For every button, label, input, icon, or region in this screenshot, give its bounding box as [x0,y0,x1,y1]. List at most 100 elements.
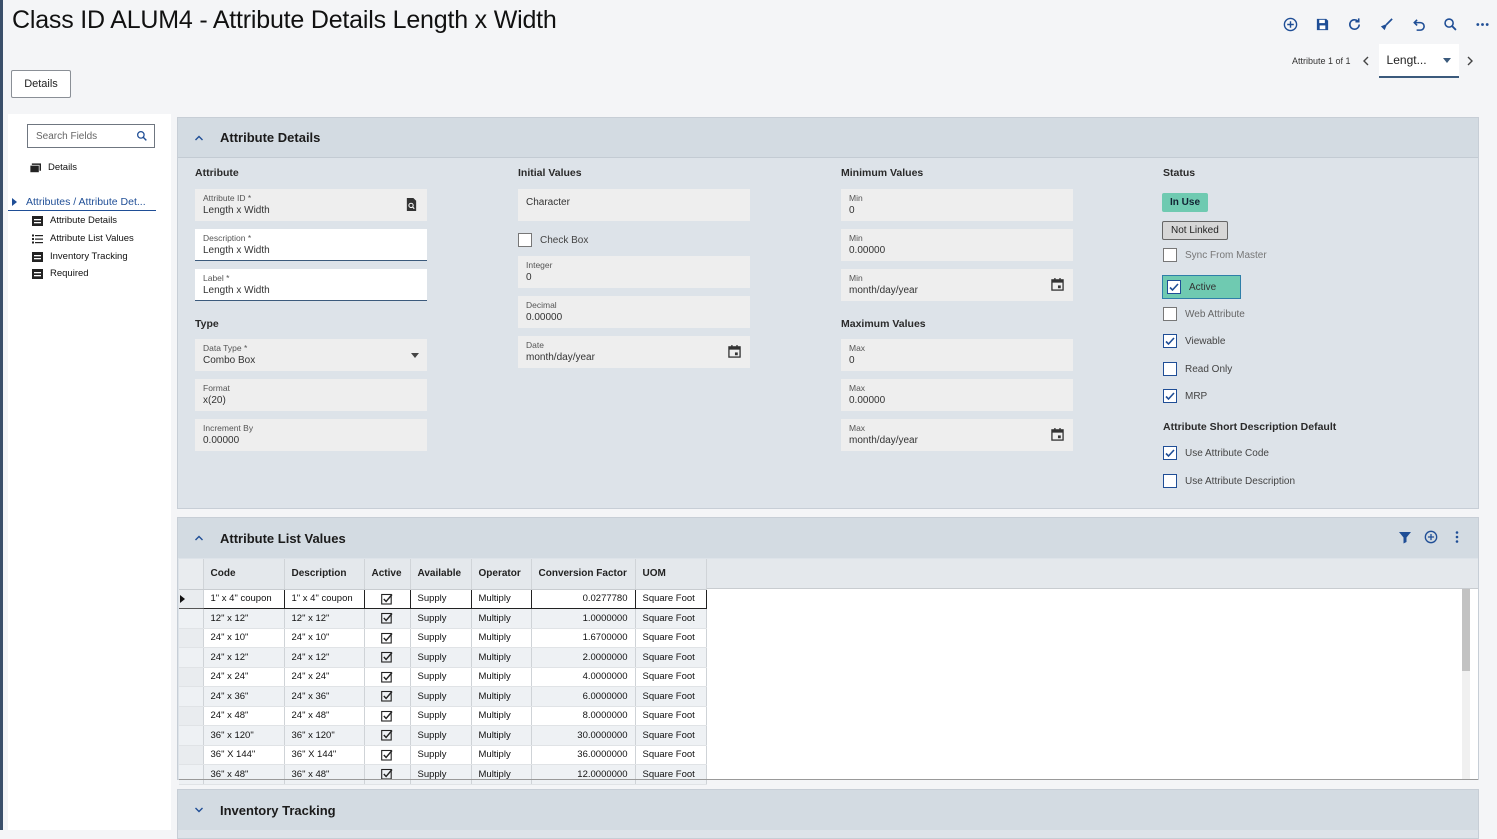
row-selector[interactable] [179,588,204,609]
max-date-field[interactable]: Max month/day/year [841,419,1073,451]
min-integer-field[interactable]: Min 0 [841,189,1073,221]
cell-description[interactable]: 24" x 36" [284,686,365,707]
date-field[interactable]: Date month/day/year [518,336,750,368]
cell-conversion-factor[interactable]: 12.0000000 [531,764,636,785]
cell-active[interactable] [364,686,411,707]
cell-conversion-factor[interactable]: 6.0000000 [531,686,636,707]
cell-uom[interactable]: Square Foot [635,686,707,707]
attribute-list-values-header[interactable]: Attribute List Values [178,518,1478,558]
cell-active[interactable] [364,764,411,785]
table-row[interactable]: 12" x 12" 12" x 12" Supply Multiply 1.000000… [179,608,707,629]
integer-field[interactable]: Integer 0 [518,256,750,288]
cell-conversion-factor[interactable]: 30.0000000 [531,725,636,746]
cell-available[interactable]: Supply [410,686,472,707]
checkbox-checked-icon[interactable] [381,691,393,702]
grid-scrollbar[interactable] [1462,589,1470,780]
cell-uom[interactable]: Square Foot [635,628,707,648]
cell-description[interactable]: 24" x 12" [284,647,365,668]
use-attribute-description-checkbox[interactable]: Use Attribute Description [1163,474,1295,488]
cell-code[interactable]: 24" x 10" [203,628,285,648]
cell-code[interactable]: 12" x 12" [203,608,285,629]
cell-description[interactable]: 1" x 4" coupon [283,588,365,609]
checkbox-checked-icon[interactable] [381,632,393,644]
clear-icon[interactable] [1370,14,1402,34]
table-row[interactable]: 1" x 4" coupon 1" x 4" coupon Supply Multip… [179,588,707,609]
cell-code[interactable]: 24" x 12" [203,647,285,668]
cell-available[interactable]: Supply [410,764,472,785]
chevron-up-icon[interactable] [178,133,220,143]
cell-uom[interactable]: Square Foot [635,706,707,726]
cell-code[interactable]: 36" x 48" [203,764,285,785]
attribute-details-header[interactable]: Attribute Details [178,118,1478,158]
cell-active[interactable] [364,628,411,648]
cell-uom[interactable]: Square Foot [634,588,707,609]
increment-by-field[interactable]: Increment By 0.00000 [195,419,427,451]
min-decimal-field[interactable]: Min 0.00000 [841,229,1073,261]
checkbox-checked-icon[interactable] [381,710,393,722]
active-checkbox[interactable]: Active [1162,275,1241,299]
add-circle-icon[interactable] [1424,530,1438,544]
checkbox-checked[interactable] [1163,446,1177,460]
cell-active[interactable] [364,667,411,687]
table-row[interactable]: 24" x 36" 24" x 36" Supply Multiply 6.000000… [179,686,707,707]
checkbox-unchecked[interactable] [1163,248,1177,262]
format-field[interactable]: Format x(20) [195,379,427,411]
row-selector[interactable] [179,608,204,629]
label-field[interactable]: Label * Length x Width [195,269,427,301]
sidebar-group-attributes[interactable]: Attributes / Attribute Det... [8,193,156,211]
table-row[interactable]: 36" x 120" 36" x 120" Supply Multiply 30.000… [179,725,707,746]
sidebar-item-inventory-tracking[interactable]: Inventory Tracking [32,251,128,262]
cell-available[interactable]: Supply [409,588,472,609]
cell-code[interactable]: 36" X 144" [203,745,285,765]
data-type-select[interactable]: Data Type * Combo Box [195,339,427,371]
checkbox-checked-icon[interactable] [381,730,393,741]
checkbox-unchecked[interactable] [1163,474,1177,488]
cell-conversion-factor[interactable]: 4.0000000 [531,667,636,687]
cell-description[interactable]: 12" x 12" [284,608,365,629]
checkbox-unchecked[interactable] [1163,307,1177,321]
cell-code[interactable]: 24" x 48" [203,706,285,726]
row-selector[interactable] [179,686,204,707]
row-selector[interactable] [179,667,204,687]
search-icon[interactable] [136,130,148,142]
checkbox-checked-icon[interactable] [381,652,393,663]
more-icon[interactable] [1466,14,1497,34]
cell-uom[interactable]: Square Foot [635,667,707,687]
table-row[interactable]: 24" x 48" 24" x 48" Supply Multiply 8.000000… [179,706,707,726]
description-field[interactable]: Description * Length x Width [195,229,427,261]
sidebar-item-required[interactable]: Required [32,268,89,279]
cell-conversion-factor[interactable]: 0.0277780 [530,588,636,609]
next-record-icon[interactable] [1463,56,1477,66]
calendar-icon[interactable] [728,345,741,361]
checkbox-checked-icon[interactable] [381,749,393,761]
cell-active[interactable] [364,745,411,765]
filter-icon[interactable] [1398,530,1412,544]
viewable-checkbox[interactable]: Viewable [1163,334,1225,348]
add-circle-icon[interactable] [1274,14,1306,34]
search-fields-box[interactable] [27,124,155,148]
chevron-up-icon[interactable] [178,533,220,543]
cell-conversion-factor[interactable]: 2.0000000 [531,647,636,668]
cell-available[interactable]: Supply [410,628,472,648]
cell-operator[interactable]: Multiply [471,647,532,668]
cell-available[interactable]: Supply [410,706,472,726]
checkbox-checked[interactable] [1167,280,1181,294]
lookup-icon[interactable] [405,198,418,214]
cell-available[interactable]: Supply [410,667,472,687]
row-selector[interactable] [179,725,204,746]
row-selector[interactable] [179,764,204,785]
table-row[interactable]: 24" x 12" 24" x 12" Supply Multiply 2.000000… [179,647,707,668]
search-icon[interactable] [1434,14,1466,34]
cell-description[interactable]: 36" x 48" [284,764,365,785]
sidebar-item-details[interactable]: Details [30,162,77,173]
check-box-initial[interactable]: Check Box [518,233,588,247]
checkbox-checked[interactable] [1163,334,1177,348]
column-header-uom[interactable]: UOM [635,559,707,590]
scrollbar-thumb[interactable] [1462,589,1470,671]
max-decimal-field[interactable]: Max 0.00000 [841,379,1073,411]
checkbox-checked[interactable] [1163,389,1177,403]
cell-uom[interactable]: Square Foot [635,764,707,785]
table-row[interactable]: 36" x 48" 36" x 48" Supply Multiply 12.00000… [179,764,707,785]
details-button[interactable]: Details [11,70,71,98]
column-header-code[interactable]: Code [203,559,285,590]
